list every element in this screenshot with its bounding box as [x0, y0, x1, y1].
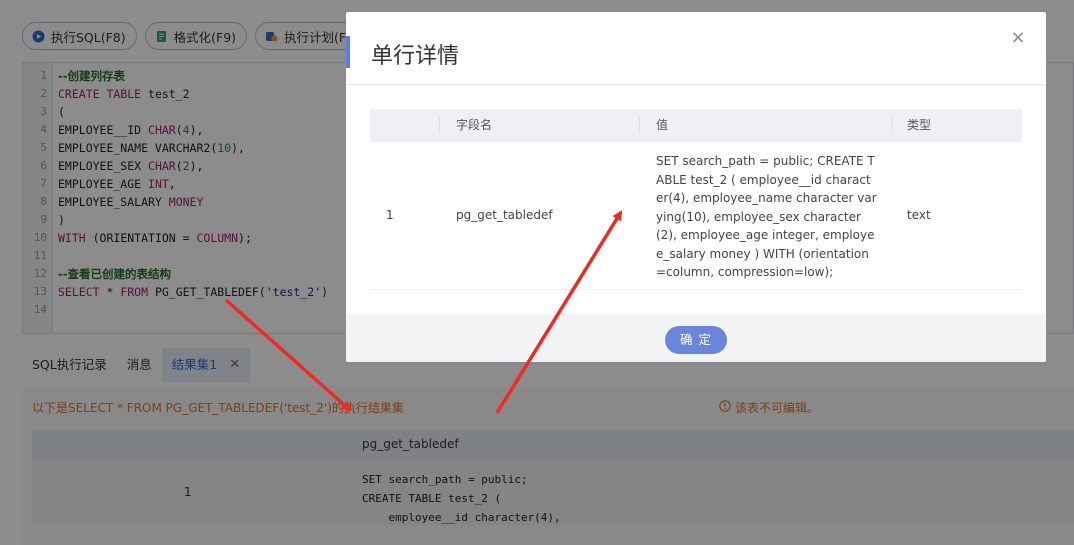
column-separator: [891, 117, 892, 134]
confirm-button[interactable]: 确 定: [665, 326, 727, 354]
column-separator: [639, 117, 640, 134]
column-separator: [439, 117, 440, 134]
close-icon[interactable]: ×: [1010, 29, 1026, 47]
dialog-divider: [346, 84, 1046, 85]
row-detail-dialog: 单行详情 × 字段名 值 类型 1 pg_get_tabledef SET se…: [346, 12, 1046, 362]
row-index: 1: [386, 208, 394, 222]
dialog-title: 单行详情: [371, 44, 460, 69]
header-field-name: 字段名: [456, 118, 493, 132]
title-accent-bar: [346, 36, 350, 68]
row-field-name: pg_get_tabledef: [456, 208, 553, 222]
detail-table-header: 字段名 值 类型: [370, 109, 1022, 142]
row-type: text: [907, 208, 931, 222]
header-type: 类型: [907, 118, 932, 132]
row-value: SET search_path = public; CREATE TABLE t…: [656, 154, 877, 279]
row-detail-table: 字段名 值 类型 1 pg_get_tabledef SET search_pa…: [370, 109, 1022, 290]
dialog-footer: 确 定: [346, 314, 1046, 362]
table-row: 1 pg_get_tabledef SET search_path = publ…: [370, 142, 1022, 290]
header-value: 值: [656, 118, 669, 132]
